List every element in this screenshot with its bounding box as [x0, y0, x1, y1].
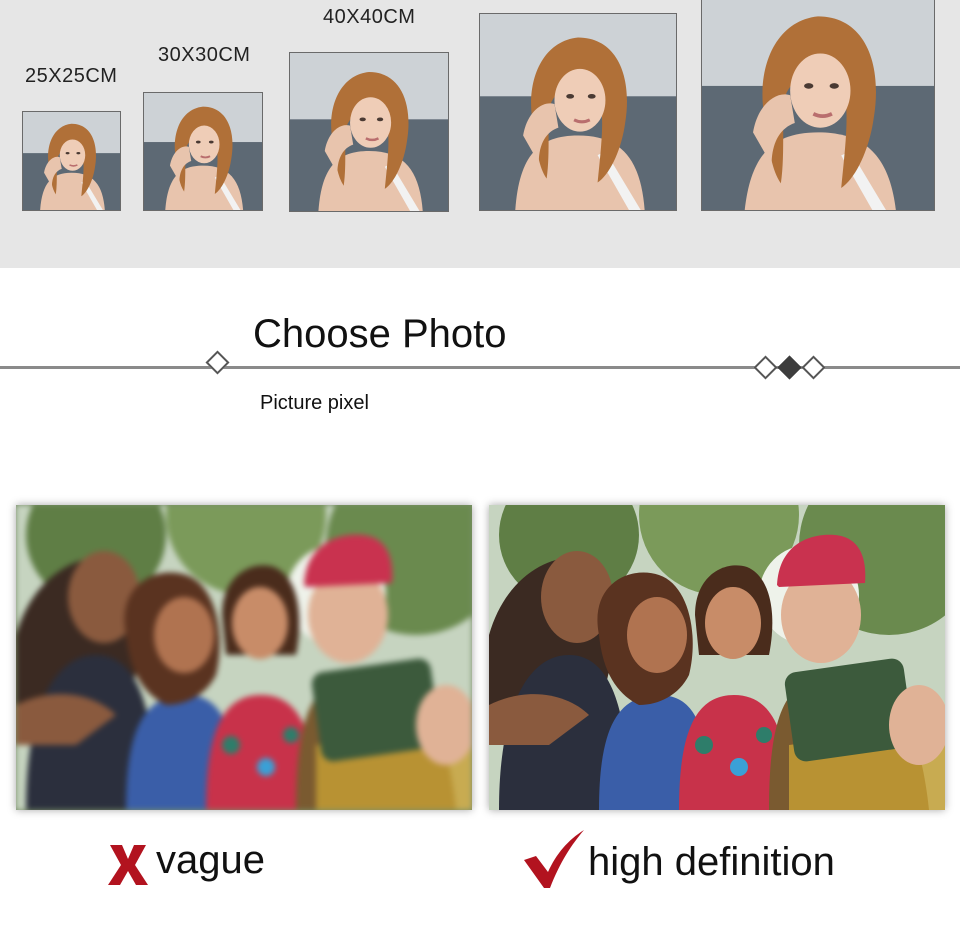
page-title: Choose Photo: [253, 312, 507, 356]
divider-diamond-left: [205, 350, 230, 375]
size-label-40: 40X40CM: [323, 6, 416, 28]
size-thumbnail-30[interactable]: [143, 92, 263, 211]
divider-diamond-3: [801, 355, 826, 380]
vague-label: vague: [156, 838, 265, 882]
divider-diamond-1: [753, 355, 778, 380]
vague-photo: [16, 505, 472, 810]
size-thumbnail-60[interactable]: [701, 0, 935, 211]
divider-diamond-2: [777, 355, 802, 380]
high-definition-label: high definition: [588, 840, 835, 884]
high-definition-photo: [489, 505, 945, 810]
size-strip: 25X25CM 30X30CM 40X40CM: [0, 0, 960, 268]
page-subtitle: Picture pixel: [260, 392, 369, 414]
size-label-25: 25X25CM: [25, 65, 118, 87]
size-label-30: 30X30CM: [158, 44, 251, 66]
size-thumbnail-25[interactable]: [22, 111, 121, 211]
x-mark-icon: [108, 845, 148, 885]
size-thumbnail-50[interactable]: [479, 13, 677, 211]
size-thumbnail-40[interactable]: [289, 52, 449, 212]
checkmark-icon: [524, 830, 584, 888]
